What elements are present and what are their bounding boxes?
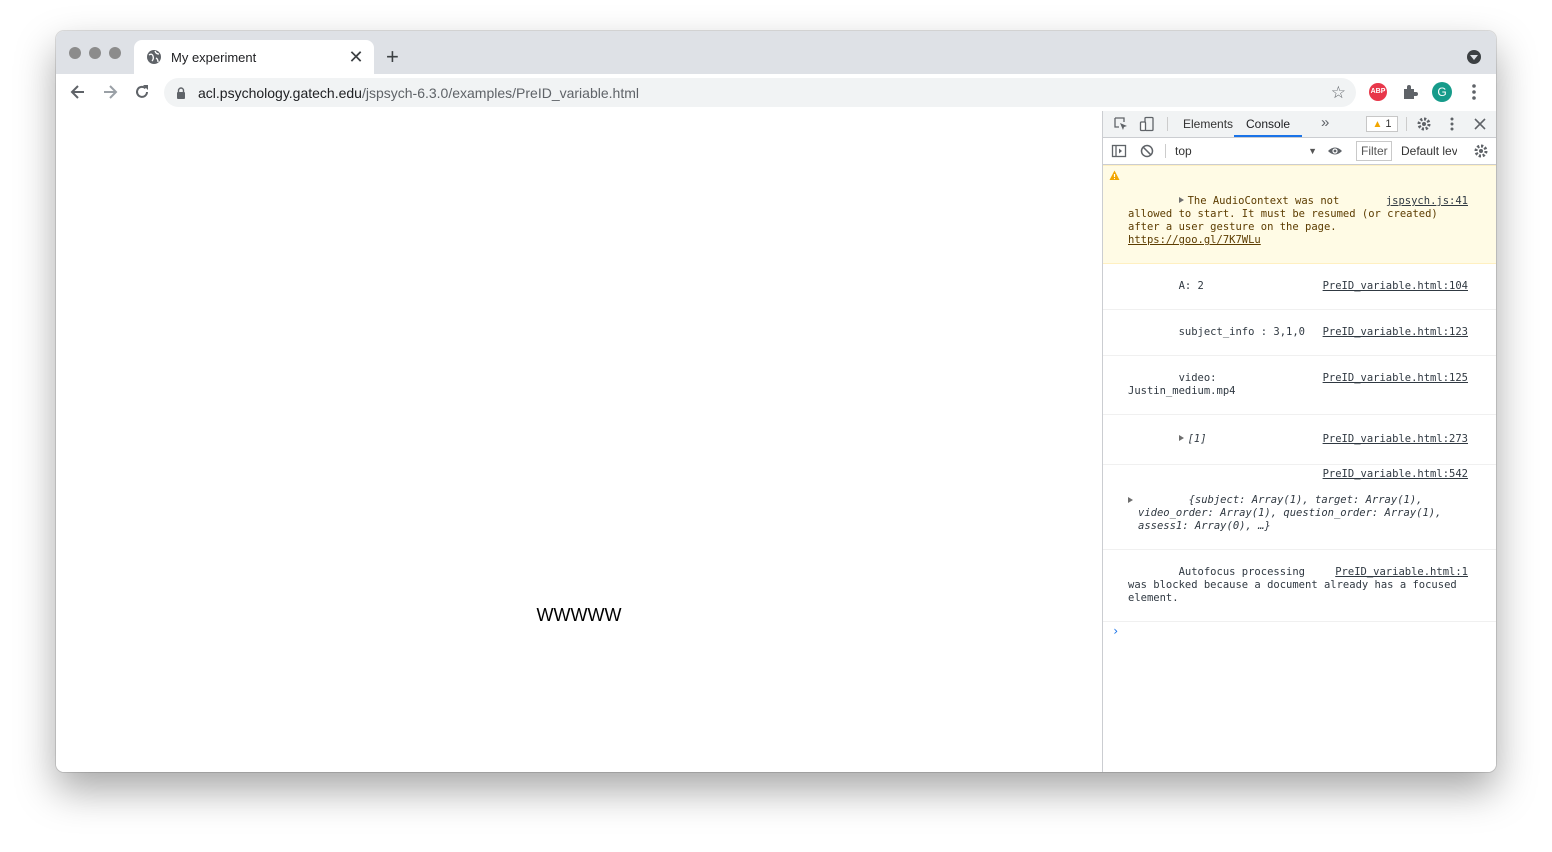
window-controls bbox=[69, 47, 121, 59]
warning-icon: ▲ bbox=[1372, 119, 1383, 130]
close-window-button[interactable] bbox=[69, 47, 81, 59]
devtools-tabbar: Elements Console » ▲ 1 bbox=[1103, 111, 1496, 138]
lock-icon[interactable] bbox=[176, 86, 186, 99]
forward-icon[interactable] bbox=[100, 82, 120, 102]
back-icon[interactable] bbox=[68, 82, 88, 102]
clear-console-icon[interactable] bbox=[1139, 143, 1155, 159]
warning-triangle-icon bbox=[1109, 170, 1120, 180]
tab-elements[interactable]: Elements bbox=[1183, 111, 1233, 137]
address-bar[interactable]: acl.psychology.gatech.edu/jspsych-6.3.0/… bbox=[164, 78, 1356, 107]
browser-tab[interactable]: My experiment ✕ bbox=[134, 40, 374, 74]
inspect-element-icon[interactable] bbox=[1113, 116, 1129, 132]
profile-avatar[interactable]: G bbox=[1432, 82, 1452, 102]
device-toolbar-icon[interactable] bbox=[1139, 116, 1155, 132]
console-log-message: PreID_variable.html:125 video: Justin_med… bbox=[1103, 356, 1496, 415]
console-settings-gear-icon[interactable] bbox=[1473, 143, 1489, 159]
message-text: [1] bbox=[1187, 433, 1207, 445]
message-source-link[interactable]: PreID_variable.html:1 bbox=[1335, 566, 1468, 579]
context-value: top bbox=[1175, 144, 1192, 158]
tab-search-icon[interactable] bbox=[1467, 50, 1481, 64]
console-toolbar: top ▼ Filter Default levels bbox=[1103, 138, 1496, 165]
message-text: subject_info : 3,1,0 bbox=[1178, 326, 1306, 338]
devtools-menu-icon[interactable] bbox=[1444, 116, 1460, 132]
warning-count: 1 bbox=[1385, 118, 1392, 130]
more-tabs-icon[interactable]: » bbox=[1321, 114, 1329, 131]
message-text: video: Justin_medium.mp4 bbox=[1128, 372, 1236, 397]
reload-icon[interactable] bbox=[132, 82, 152, 102]
browser-menu-icon[interactable] bbox=[1466, 82, 1482, 102]
maximize-window-button[interactable] bbox=[109, 47, 121, 59]
message-help-link[interactable]: https://goo.gl/7K7WLu bbox=[1128, 234, 1261, 246]
expand-triangle-icon[interactable] bbox=[1178, 435, 1184, 441]
live-expression-eye-icon[interactable] bbox=[1327, 143, 1343, 159]
tab-console[interactable]: Console bbox=[1234, 111, 1303, 137]
console-log-message: PreID_variable.html:123 subject_info : 3,… bbox=[1103, 310, 1496, 356]
message-text: {subject: Array(1), target: Array(1), vi… bbox=[1138, 494, 1448, 532]
message-source-link[interactable]: PreID_variable.html:123 bbox=[1323, 326, 1468, 339]
toolbar-divider bbox=[1165, 144, 1166, 158]
browser-window: My experiment ✕ + acl.psychology.gatech.… bbox=[56, 31, 1496, 772]
console-prompt[interactable]: › bbox=[1103, 622, 1496, 638]
console-log-message: PreID_variable.html:1 Autofocus processin… bbox=[1103, 550, 1496, 622]
console-log-message: PreID_variable.html:104 A: 2 bbox=[1103, 264, 1496, 310]
minimize-window-button[interactable] bbox=[89, 47, 101, 59]
expand-triangle-icon[interactable] bbox=[1128, 497, 1133, 503]
message-source-link[interactable]: PreID_variable.html:542 bbox=[1323, 468, 1468, 481]
devtools-panel: Elements Console » ▲ 1 top ▼ Filter Defa… bbox=[1102, 111, 1496, 772]
tab-title: My experiment bbox=[171, 49, 257, 65]
message-source-link[interactable]: PreID_variable.html:273 bbox=[1323, 433, 1468, 446]
bookmark-star-icon[interactable]: ☆ bbox=[1331, 84, 1346, 101]
url-host: acl.psychology.gatech.edu bbox=[198, 84, 362, 101]
caret-down-icon: ▼ bbox=[1308, 146, 1317, 156]
console-messages: jspsych.js:41 The AudioContext was not al… bbox=[1103, 165, 1496, 638]
stimulus-text: WWWWW bbox=[536, 605, 622, 625]
expand-triangle-icon[interactable] bbox=[1178, 197, 1184, 203]
globe-icon bbox=[147, 50, 161, 64]
log-levels-dropdown[interactable]: Default levels bbox=[1401, 138, 1457, 164]
console-warning-message: jspsych.js:41 The AudioContext was not al… bbox=[1103, 165, 1496, 264]
console-log-message: PreID_variable.html:542 {subject: Array(1… bbox=[1103, 465, 1496, 550]
tab-strip: My experiment ✕ + bbox=[56, 31, 1496, 74]
console-log-message: PreID_variable.html:273 [1] bbox=[1103, 415, 1496, 465]
context-selector[interactable]: top ▼ bbox=[1169, 138, 1323, 164]
settings-gear-icon[interactable] bbox=[1416, 116, 1432, 132]
browser-toolbar: acl.psychology.gatech.edu/jspsych-6.3.0/… bbox=[56, 74, 1496, 112]
extensions-puzzle-icon[interactable] bbox=[1401, 83, 1419, 101]
filter-input[interactable]: Filter bbox=[1356, 141, 1392, 161]
page-viewport: WWWWW bbox=[56, 111, 1102, 772]
adblock-extension-icon[interactable]: ABP bbox=[1369, 83, 1387, 101]
toolbar-divider bbox=[1406, 117, 1407, 131]
toolbar-divider bbox=[1167, 117, 1168, 131]
message-source-link[interactable]: PreID_variable.html:125 bbox=[1323, 372, 1468, 385]
close-devtools-icon[interactable] bbox=[1472, 116, 1488, 132]
new-tab-button[interactable]: + bbox=[386, 46, 399, 68]
message-source-link[interactable]: jspsych.js:41 bbox=[1386, 195, 1468, 208]
message-text: A: 2 bbox=[1178, 280, 1204, 292]
warning-count-badge[interactable]: ▲ 1 bbox=[1366, 116, 1398, 132]
message-source-link[interactable]: PreID_variable.html:104 bbox=[1323, 280, 1468, 293]
url-path: /jspsych-6.3.0/examples/PreID_variable.h… bbox=[361, 84, 639, 101]
console-sidebar-icon[interactable] bbox=[1111, 143, 1127, 159]
close-tab-icon[interactable]: ✕ bbox=[348, 48, 364, 66]
